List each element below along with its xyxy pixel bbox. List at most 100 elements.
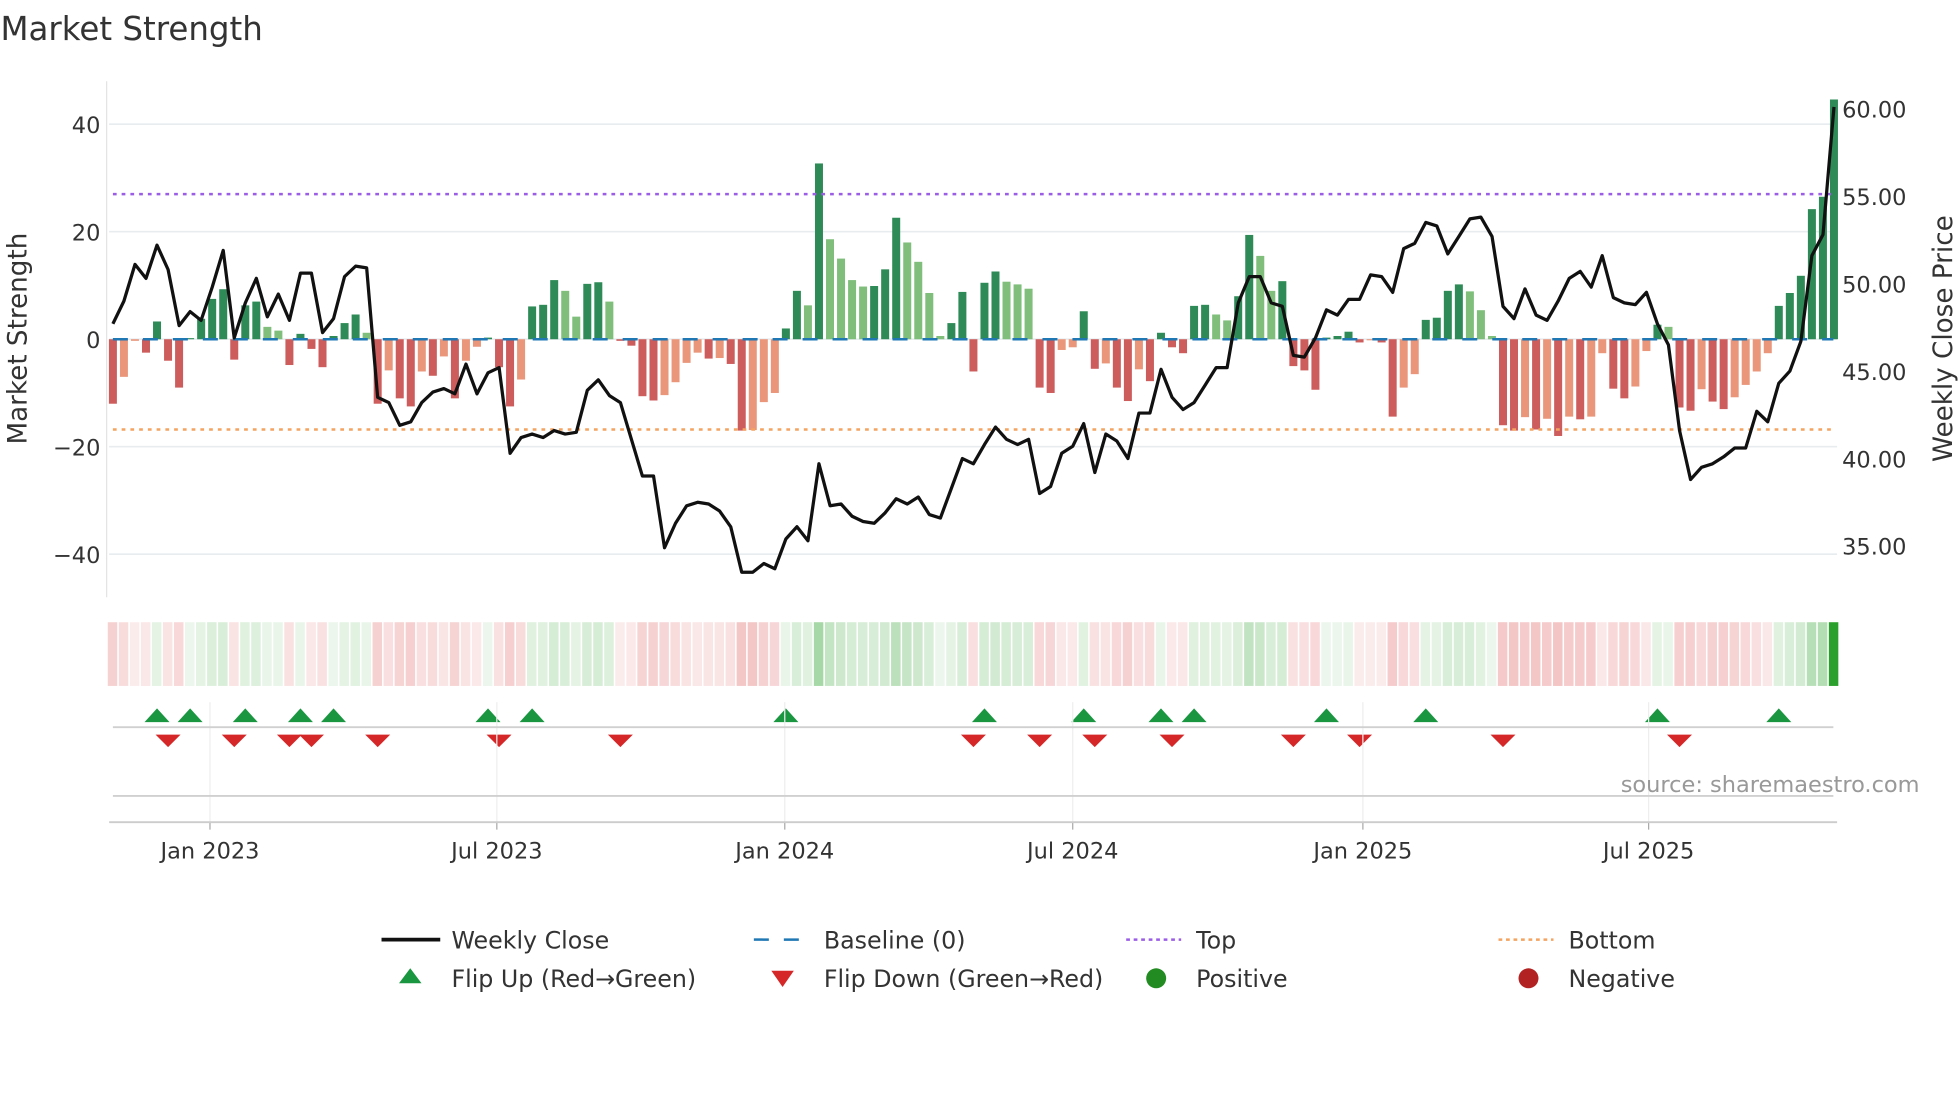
negative-strength-bar	[1035, 339, 1044, 388]
negative-strip-cell	[1067, 622, 1078, 686]
negative-strip-cell	[1707, 622, 1717, 686]
positive-strip-cell	[824, 622, 835, 686]
positive-strength-bar	[561, 290, 570, 340]
negative-strength-bar	[1388, 339, 1397, 417]
negative-strip-cell	[1398, 622, 1409, 686]
x-tick-label: Jul 2025	[1601, 838, 1694, 864]
legend-item-flip-up: Flip Up (Red→Green)	[399, 965, 696, 993]
positive-strength-bar	[1256, 255, 1265, 340]
positive-strip-cell	[802, 622, 813, 686]
flip-down-marker	[1667, 734, 1693, 748]
positive-strip-cell	[946, 622, 956, 686]
positive-strip-cell	[361, 622, 372, 686]
legend-item-bottom: Bottom	[1498, 926, 1655, 954]
negative-strip-cell	[1530, 622, 1541, 686]
positive-strip-cell	[482, 622, 493, 686]
positive-strength-bar	[1432, 317, 1441, 340]
negative-strip-cell	[1089, 622, 1100, 686]
flip-down-marker	[1082, 734, 1108, 748]
negative-strength-bar	[1719, 339, 1728, 410]
positive-strength-bar	[1024, 288, 1033, 340]
negative-strip-cell	[1166, 622, 1177, 686]
negative-strength-bar	[108, 339, 117, 404]
flip-up-marker	[287, 708, 313, 723]
flip-up-marker	[1071, 708, 1097, 723]
flip-down-marker	[221, 734, 247, 748]
negative-strength-bar	[1145, 339, 1154, 382]
positive-strip-cell	[262, 622, 272, 686]
y-tick-label-left: −40	[53, 543, 100, 569]
legend-item-top: Top	[1126, 926, 1236, 954]
positive-strength-bar	[208, 298, 217, 340]
positive-strength-bar	[605, 301, 614, 340]
legend-item-negative: Negative	[1518, 965, 1675, 993]
negative-strength-bar	[285, 339, 294, 366]
positive-strength-bar	[903, 242, 912, 340]
positive-strength-bar	[814, 163, 823, 340]
positive-strip-cell	[1828, 622, 1839, 686]
positive-strength-bar	[859, 286, 868, 340]
negative-strength-bar	[1631, 339, 1640, 387]
positive-strength-bar	[958, 291, 967, 340]
flip-down-marker	[1159, 734, 1185, 748]
negative-strip-cell	[1387, 622, 1398, 686]
negative-strip-cell	[140, 622, 151, 686]
positive-strip-cell	[1806, 622, 1817, 686]
negative-strength-bar	[1598, 339, 1607, 354]
negative-strip-cell	[504, 622, 515, 686]
positive-strength-bar	[914, 261, 923, 340]
negative-strip-cell	[471, 622, 482, 686]
positive-strength-bar	[991, 271, 1000, 340]
flip-up-marker	[1181, 708, 1207, 723]
positive-strip-cell	[218, 622, 228, 686]
negative-strength-bar	[671, 339, 680, 383]
negative-strip-cell	[383, 622, 394, 686]
flip-up-marker	[1413, 708, 1439, 723]
flip-up-marker	[1766, 708, 1792, 723]
negative-strength-bar	[461, 339, 470, 361]
positive-strip-cell	[1453, 622, 1464, 686]
positive-strip-cell	[1199, 622, 1210, 686]
negative-strip-cell	[1056, 622, 1067, 686]
negative-strip-cell	[670, 622, 680, 686]
positive-strip-cell	[1420, 622, 1431, 686]
positive-strip-cell	[1817, 622, 1828, 686]
positive-strength-bar	[1774, 305, 1783, 340]
y-tick-label-right: 40.00	[1842, 447, 1906, 473]
flip-up-marker	[1313, 708, 1339, 723]
negative-strength-bar	[141, 339, 150, 353]
flip-up-marker	[773, 708, 799, 723]
flip-up-marker	[144, 708, 170, 723]
y-tick-label-right: 55.00	[1842, 185, 1906, 211]
positive-strip-cell	[891, 622, 901, 686]
positive-strip-cell	[1266, 622, 1276, 686]
positive-strength-bar	[594, 282, 603, 340]
positive-strip-cell	[593, 622, 603, 686]
positive-strip-cell	[184, 622, 195, 686]
negative-strength-bar	[759, 339, 768, 403]
negative-strength-bar	[1498, 339, 1507, 426]
legend-label: Positive	[1196, 965, 1287, 993]
positive-strength-bar	[881, 269, 890, 340]
positive-strength-bar	[1421, 319, 1430, 340]
negative-strip-cell	[1740, 622, 1751, 686]
negative-strip-cell	[714, 622, 725, 686]
negative-strength-bar	[1179, 339, 1188, 354]
negative-strip-cell	[317, 622, 327, 686]
positive-strip-cell	[1464, 622, 1475, 686]
negative-strength-bar	[517, 339, 526, 380]
negative-strip-cell	[1111, 622, 1122, 686]
positive-strength-bar	[252, 301, 261, 340]
negative-strip-cell	[1034, 622, 1044, 686]
negative-strength-bar	[1708, 339, 1717, 402]
positive-strength-bar	[826, 239, 835, 340]
negative-strength-bar	[660, 339, 669, 396]
x-tick-label: Jul 2024	[1025, 838, 1118, 864]
negative-strip-cell	[1177, 622, 1188, 686]
positive-strip-cell	[1211, 622, 1221, 686]
triangle-down-icon	[771, 970, 794, 988]
positive-strip-cell	[1431, 622, 1442, 686]
legend-label: Flip Up (Red→Green)	[451, 965, 696, 993]
negative-strip-cell	[1365, 622, 1375, 686]
negative-strength-bar	[175, 339, 184, 388]
